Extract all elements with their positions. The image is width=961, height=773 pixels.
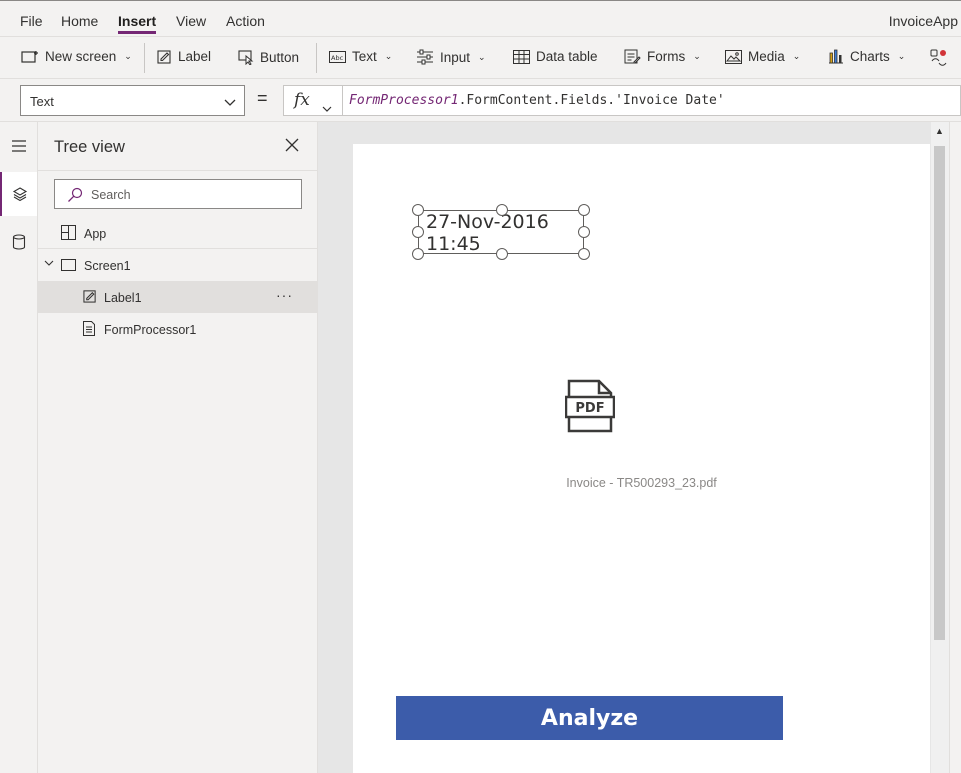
new-screen-button[interactable]: New screen ⌄	[21, 49, 132, 64]
menu-file[interactable]: File	[20, 13, 43, 29]
resize-handle[interactable]	[496, 204, 508, 216]
text-button[interactable]: Abc Text ⌄	[329, 49, 392, 64]
new-screen-icon	[21, 50, 38, 63]
form-icon	[624, 49, 641, 64]
screen-icon	[61, 259, 76, 271]
analyze-button[interactable]: Analyze	[396, 696, 783, 740]
resize-handle[interactable]	[578, 204, 590, 216]
menu-active-indicator	[118, 31, 156, 34]
pdf-file-icon: PDF	[565, 379, 615, 433]
button-pointer-icon	[238, 50, 254, 65]
ai-builder-icon	[930, 49, 947, 66]
svg-text:Abc: Abc	[331, 54, 344, 62]
left-rail	[0, 122, 38, 773]
search-icon	[68, 187, 83, 202]
resize-handle[interactable]	[578, 248, 590, 260]
layers-icon	[12, 187, 27, 202]
hamburger-icon	[11, 140, 26, 152]
menu-insert[interactable]: Insert	[118, 13, 156, 29]
label-edit-icon	[83, 290, 96, 303]
tree-node-label1[interactable]: Label1 ···	[38, 281, 317, 313]
sliders-icon	[417, 49, 433, 65]
pdf-filename: Invoice - TR500293_23.pdf	[566, 476, 717, 490]
chevron-down-icon: ⌄	[124, 51, 132, 61]
equals-sign: =	[257, 88, 268, 108]
menu-bar: File Home Insert View Action InvoiceApp	[0, 0, 961, 37]
resize-handle[interactable]	[412, 226, 424, 238]
resize-handle[interactable]	[578, 226, 590, 238]
formula-expression: .FormContent.Fields.'Invoice Date'	[458, 93, 725, 108]
hamburger-button[interactable]	[0, 124, 37, 168]
properties-panel-edge	[949, 122, 961, 773]
tree-node-app[interactable]: App	[38, 217, 317, 249]
resize-handle[interactable]	[412, 248, 424, 260]
app-icon	[61, 225, 76, 240]
tree-search-input[interactable]: Search	[54, 179, 302, 209]
table-icon	[513, 49, 530, 64]
menu-action[interactable]: Action	[226, 13, 265, 29]
ribbon-separator	[144, 43, 145, 73]
tree-view-panel: Tree view Search App Screen1 Label1 ··· …	[38, 122, 318, 773]
divider	[38, 170, 317, 171]
chevron-down-icon	[322, 98, 332, 118]
form-processor-icon	[83, 321, 95, 336]
forms-button[interactable]: Forms ⌄	[624, 49, 701, 64]
chevron-down-icon: ⌄	[792, 51, 801, 61]
scroll-up-icon[interactable]: ▲	[935, 126, 944, 136]
insert-ribbon: New screen ⌄ Label Button Abc Text ⌄ Input…	[0, 37, 961, 79]
formula-bar: Text = fx FormProcessor1.FormContent.Fie…	[0, 79, 961, 122]
data-table-button[interactable]: Data table	[513, 49, 598, 64]
search-placeholder: Search	[91, 188, 131, 202]
window-top-border	[0, 0, 961, 1]
input-button[interactable]: Input ⌄	[416, 49, 486, 65]
tree-view-title: Tree view	[54, 138, 125, 156]
tree-view-tab[interactable]	[0, 172, 37, 216]
chevron-down-icon: ⌄	[693, 51, 701, 61]
close-icon[interactable]	[285, 138, 299, 157]
bar-chart-icon	[829, 49, 843, 64]
ai-builder-button[interactable]	[930, 49, 948, 66]
chevron-down-icon[interactable]	[44, 260, 54, 267]
resize-handle[interactable]	[496, 248, 508, 260]
menu-home[interactable]: Home	[61, 13, 98, 29]
tree-node-screen1[interactable]: Screen1	[38, 249, 317, 281]
scrollbar-thumb[interactable]	[934, 146, 945, 640]
chevron-down-icon	[224, 95, 236, 110]
app-name: InvoiceApp	[888, 13, 958, 29]
chevron-down-icon: ⌄	[897, 51, 906, 61]
svg-text:PDF: PDF	[575, 401, 604, 416]
tree-node-formprocessor1[interactable]: FormProcessor1	[38, 313, 317, 345]
charts-button[interactable]: Charts ⌄	[828, 49, 905, 64]
media-button[interactable]: Media ⌄	[725, 49, 800, 64]
label-edit-icon	[157, 50, 171, 64]
canvas-area: 27-Nov-2016 11:45 PDF Invoice - TR500293…	[318, 122, 961, 773]
formula-control-ref: FormProcessor1	[349, 93, 459, 108]
chevron-down-icon: ⌄	[478, 51, 486, 62]
image-icon	[725, 49, 742, 64]
ribbon-separator	[316, 43, 317, 73]
text-input-icon: Abc	[329, 50, 346, 63]
data-sources-tab[interactable]	[0, 220, 37, 264]
vertical-scrollbar[interactable]: ▲	[931, 122, 949, 773]
fx-function-button[interactable]: fx	[283, 85, 343, 116]
chevron-down-icon: ⌄	[384, 51, 393, 61]
more-options-icon[interactable]: ···	[276, 287, 293, 303]
formula-input[interactable]: FormProcessor1.FormContent.Fields.'Invoi…	[342, 85, 961, 116]
label-button[interactable]: Label	[157, 49, 211, 64]
property-dropdown[interactable]: Text	[20, 85, 245, 116]
button-button[interactable]: Button	[238, 49, 299, 65]
screen1-canvas[interactable]: 27-Nov-2016 11:45 PDF Invoice - TR500293…	[353, 144, 930, 773]
resize-handle[interactable]	[412, 204, 424, 216]
database-icon	[12, 234, 25, 250]
fx-icon: fx	[294, 90, 310, 110]
menu-view[interactable]: View	[176, 13, 206, 29]
